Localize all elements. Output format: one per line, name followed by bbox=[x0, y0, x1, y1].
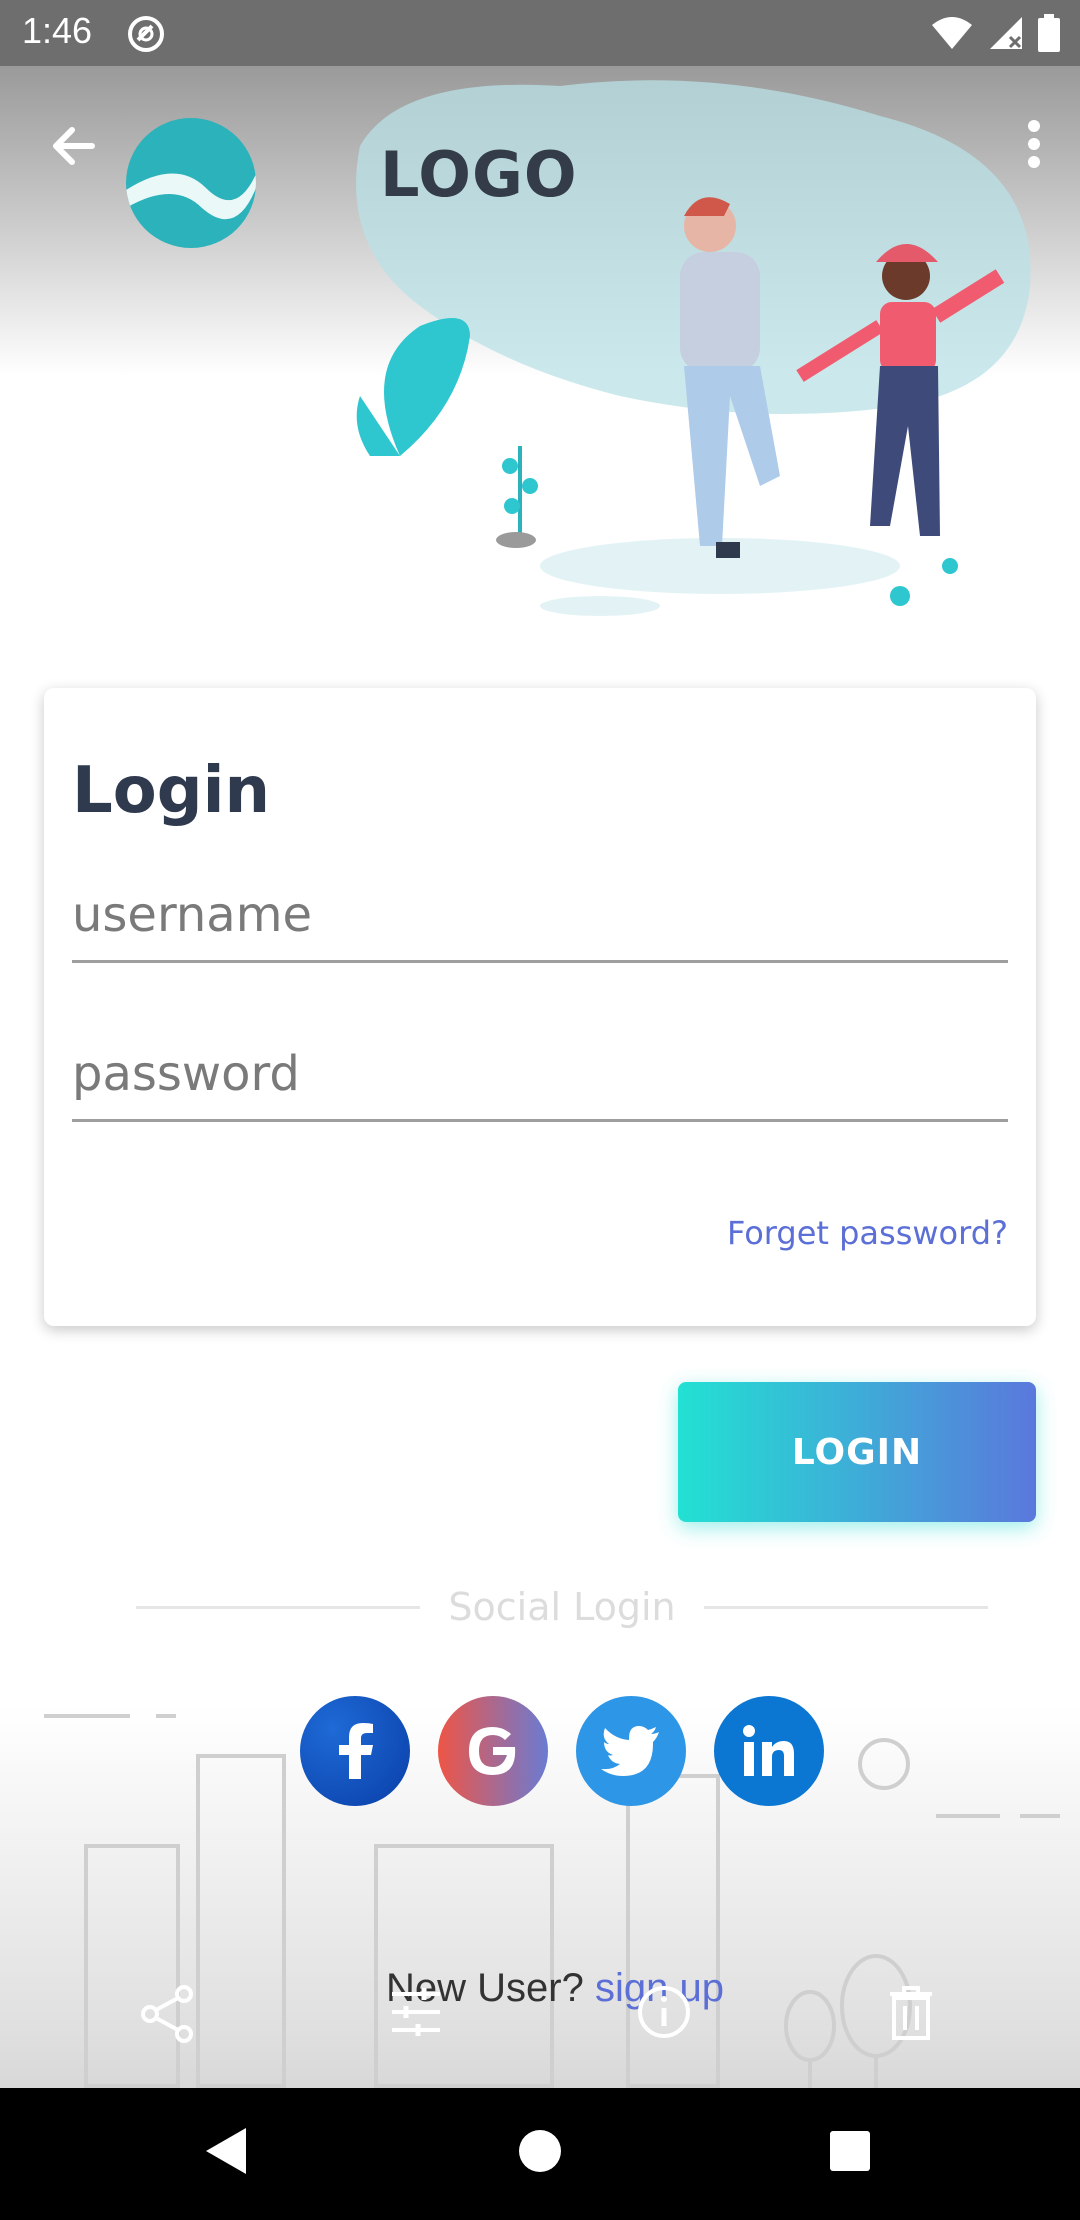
twitter-icon bbox=[601, 1726, 659, 1776]
google-button[interactable] bbox=[438, 1696, 548, 1806]
recents-square-icon[interactable] bbox=[828, 2126, 872, 2180]
logo-text: LOGO bbox=[380, 138, 578, 211]
more-vertical-icon[interactable] bbox=[1024, 118, 1044, 174]
username-input[interactable] bbox=[72, 870, 1008, 960]
password-field[interactable] bbox=[72, 1029, 1008, 1122]
divider-line-right bbox=[703, 1605, 989, 1609]
sync-icon bbox=[126, 14, 166, 58]
tune-icon[interactable] bbox=[388, 1984, 444, 2044]
twitter-button[interactable] bbox=[576, 1696, 686, 1806]
username-field[interactable] bbox=[72, 870, 1008, 963]
forgot-password-link[interactable]: Forget password? bbox=[727, 1214, 1008, 1252]
back-triangle-icon[interactable] bbox=[204, 2126, 248, 2180]
battery-icon bbox=[1038, 14, 1060, 56]
info-icon[interactable] bbox=[636, 1984, 692, 2044]
wifi-icon bbox=[930, 15, 974, 55]
status-time: 1:46 bbox=[22, 10, 93, 51]
login-screen: LOGO Login Forget password? LOGIN Soci bbox=[0, 66, 1080, 2088]
delete-icon[interactable] bbox=[886, 1984, 936, 2044]
image-toolbar bbox=[0, 1984, 1080, 2064]
logo-icon bbox=[126, 118, 256, 248]
share-icon[interactable] bbox=[140, 1984, 196, 2048]
login-title: Login bbox=[72, 754, 271, 828]
facebook-button[interactable] bbox=[300, 1696, 410, 1806]
social-buttons bbox=[300, 1696, 824, 1806]
social-login-label: Social Login bbox=[448, 1585, 676, 1629]
status-icons bbox=[930, 14, 1060, 56]
linkedin-button[interactable] bbox=[714, 1696, 824, 1806]
back-arrow-icon[interactable] bbox=[44, 116, 104, 180]
linkedin-icon bbox=[743, 1725, 794, 1776]
home-circle-icon[interactable] bbox=[518, 2126, 562, 2180]
divider-line-left bbox=[136, 1605, 421, 1609]
signal-icon bbox=[988, 15, 1024, 55]
social-login-divider: Social Login bbox=[136, 1582, 989, 1632]
login-card: Login Forget password? bbox=[44, 688, 1036, 1326]
login-button[interactable]: LOGIN bbox=[678, 1382, 1036, 1522]
system-nav-bar bbox=[0, 2088, 1080, 2220]
password-input[interactable] bbox=[72, 1029, 1008, 1119]
google-icon bbox=[469, 1727, 516, 1775]
facebook-icon bbox=[339, 1723, 373, 1779]
status-bar: 1:46 bbox=[0, 0, 1080, 66]
